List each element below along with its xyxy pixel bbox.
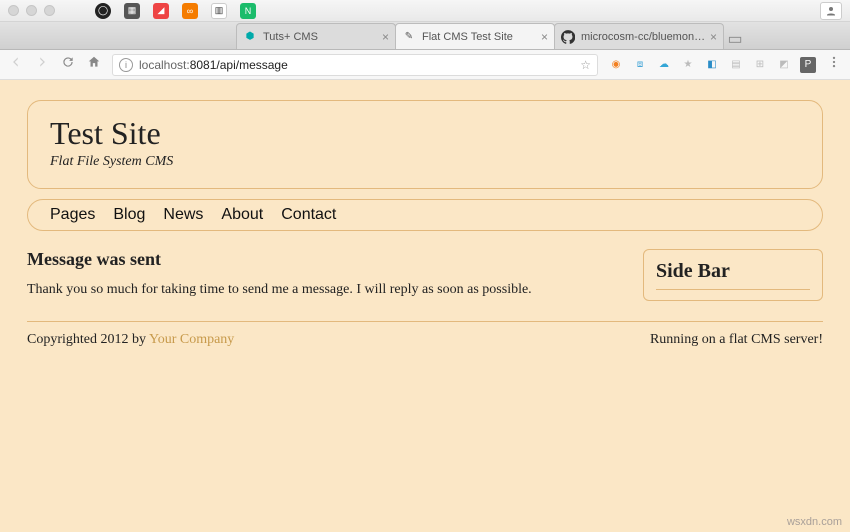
- nav-link-contact[interactable]: Contact: [281, 206, 336, 224]
- footer: Copyrighted 2012 by Your Company Running…: [27, 332, 823, 348]
- content-row: Message was sent Thank you so much for t…: [27, 249, 823, 301]
- extension-icon[interactable]: ◉: [608, 57, 624, 73]
- extension-icon[interactable]: ☁: [656, 57, 672, 73]
- watermark: wsxdn.com: [787, 516, 842, 528]
- extension-icon[interactable]: ⊞: [752, 57, 768, 73]
- tab-label: Tuts+ CMS: [263, 31, 378, 43]
- bookmark-icon[interactable]: ◯: [95, 3, 111, 19]
- url-port: 8081: [190, 58, 217, 72]
- tab-strip: ⬢ Tuts+ CMS × ✎ Flat CMS Test Site × mic…: [0, 22, 850, 50]
- page-viewport: Test Site Flat File System CMS Pages Blo…: [0, 80, 850, 532]
- bookmark-icon[interactable]: ◢: [153, 3, 169, 19]
- close-tab-icon[interactable]: ×: [710, 30, 717, 44]
- window-controls: [8, 5, 55, 16]
- message-body: Thank you so much for taking time to sen…: [27, 282, 613, 298]
- browser-menu-icon[interactable]: [826, 55, 842, 74]
- profile-button[interactable]: [820, 2, 842, 20]
- extensions: ◉ ⧈ ☁ ★ ◧ ▤ ⊞ ◩ P: [608, 57, 816, 73]
- tab-label: microcosm-cc/bluemonday: bl: [581, 31, 706, 43]
- tab-label: Flat CMS Test Site: [422, 31, 537, 43]
- close-tab-icon[interactable]: ×: [541, 30, 548, 44]
- new-tab-button[interactable]: ▭: [723, 29, 747, 49]
- zoom-window[interactable]: [44, 5, 55, 16]
- extension-icon[interactable]: ▤: [728, 57, 744, 73]
- bookmark-star-icon[interactable]: ☆: [580, 58, 591, 72]
- nav-link-about[interactable]: About: [221, 206, 263, 224]
- github-icon: [561, 30, 575, 44]
- company-link[interactable]: Your Company: [149, 332, 234, 347]
- extension-icon[interactable]: ◩: [776, 57, 792, 73]
- mac-titlebar: ◯ ▦ ◢ ∞ ▥ N: [0, 0, 850, 22]
- nav-link-news[interactable]: News: [163, 206, 203, 224]
- primary-nav: Pages Blog News About Contact: [27, 199, 823, 231]
- copyright: Copyrighted 2012 by Your Company: [27, 332, 234, 348]
- nav-link-blog[interactable]: Blog: [113, 206, 145, 224]
- home-button[interactable]: [86, 55, 102, 74]
- reload-button[interactable]: [60, 55, 76, 74]
- favicon-icon: ⬢: [243, 30, 257, 44]
- site-header-panel: Test Site Flat File System CMS: [27, 100, 823, 189]
- site-info-icon[interactable]: i: [119, 58, 133, 72]
- forward-button[interactable]: [34, 55, 50, 74]
- message-heading: Message was sent: [27, 249, 613, 270]
- bookmark-icon[interactable]: ∞: [182, 3, 198, 19]
- copyright-text: Copyrighted 2012 by: [27, 332, 149, 347]
- nav-link-pages[interactable]: Pages: [50, 206, 95, 224]
- back-button[interactable]: [8, 55, 24, 74]
- footer-divider: [27, 321, 823, 322]
- favicon-icon: ✎: [402, 30, 416, 44]
- bookmark-icon[interactable]: ▦: [124, 3, 140, 19]
- sidebar-panel: Side Bar: [643, 249, 823, 301]
- browser-tab[interactable]: microcosm-cc/bluemonday: bl ×: [554, 23, 724, 49]
- sidebar-title: Side Bar: [656, 260, 810, 290]
- browser-tab-active[interactable]: ✎ Flat CMS Test Site ×: [395, 23, 555, 49]
- url-host: localhost:: [139, 58, 190, 72]
- browser-tab[interactable]: ⬢ Tuts+ CMS ×: [236, 23, 396, 49]
- site-title: Test Site: [50, 115, 800, 152]
- extension-icon[interactable]: ◧: [704, 57, 720, 73]
- browser-toolbar: i localhost:8081/api/message ☆ ◉ ⧈ ☁ ★ ◧…: [0, 50, 850, 80]
- site-tagline: Flat File System CMS: [50, 154, 800, 170]
- close-window[interactable]: [8, 5, 19, 16]
- bookmark-icon[interactable]: ▥: [211, 3, 227, 19]
- bookmark-shortcuts: ◯ ▦ ◢ ∞ ▥ N: [95, 3, 256, 19]
- address-bar[interactable]: i localhost:8081/api/message ☆: [112, 54, 598, 76]
- bookmark-icon[interactable]: N: [240, 3, 256, 19]
- extension-icon[interactable]: ★: [680, 57, 696, 73]
- close-tab-icon[interactable]: ×: [382, 30, 389, 44]
- main-content: Message was sent Thank you so much for t…: [27, 249, 613, 301]
- extension-icon[interactable]: ⧈: [632, 57, 648, 73]
- extension-icon[interactable]: P: [800, 57, 816, 73]
- minimize-window[interactable]: [26, 5, 37, 16]
- server-note: Running on a flat CMS server!: [650, 332, 823, 348]
- url-path: /api/message: [216, 58, 287, 72]
